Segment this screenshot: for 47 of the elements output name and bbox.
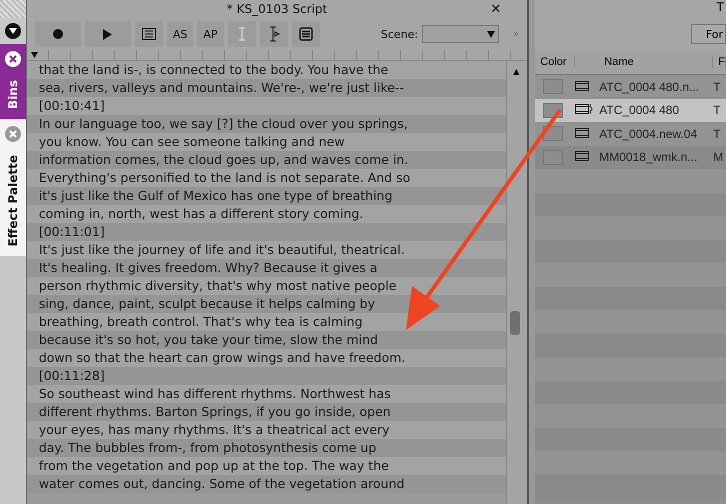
toggle-button[interactable]: AP: [197, 21, 224, 47]
film-icon: [575, 151, 590, 162]
window-title: * KS_0103 Script: [226, 2, 328, 16]
clip-row[interactable]: MM0018_wmk.n... M: [535, 146, 726, 169]
column-header[interactable]: F: [713, 56, 726, 68]
scrollbar[interactable]: ▲: [506, 61, 528, 504]
close-button[interactable]: ✕: [490, 2, 502, 16]
clip-name: MM0018_wmk.n...: [599, 150, 698, 164]
table-cell-text: T: [713, 126, 722, 141]
play-icon: [103, 28, 112, 40]
table-cell-text: T: [713, 80, 722, 94]
record-icon: [52, 29, 63, 39]
lines-button[interactable]: [292, 21, 320, 47]
column-header[interactable]: Name: [599, 56, 714, 68]
clip-row[interactable]: ATC_0004.new.04 T: [535, 122, 726, 146]
toggle-button[interactable]: AS: [166, 21, 194, 47]
close-icon[interactable]: [4, 51, 21, 67]
column-header[interactable]: Color: [535, 56, 576, 68]
scroll-up-arrow[interactable]: ▲: [513, 67, 520, 76]
color-swatch[interactable]: [543, 79, 564, 94]
text-align-icon: [268, 26, 280, 42]
scene-dropdown[interactable]: [422, 25, 500, 43]
text-cursor-icon: [236, 27, 246, 41]
clip-row[interactable]: ATC_0004 480 T: [535, 98, 726, 122]
record-button[interactable]: [34, 21, 81, 47]
clip-row[interactable]: ATC_0004 480.n... T: [535, 75, 726, 98]
clip-name: ATC_0004 480.n...: [599, 80, 700, 94]
scene-label: Scene:: [380, 28, 418, 40]
clip-name: ATC_0004.new.04: [599, 126, 698, 141]
play-button[interactable]: [84, 21, 131, 47]
film-icon: [575, 80, 590, 91]
clip-name: ATC_0004 480: [599, 103, 680, 118]
marker-icon[interactable]: [30, 52, 38, 58]
bin-title: T: [716, 0, 724, 14]
format-button[interactable]: For: [690, 24, 726, 44]
hatched-grip: [0, 0, 26, 18]
scroll-thumb[interactable]: [510, 311, 520, 335]
linked-clip-icon: [575, 104, 594, 114]
film-icon: [575, 128, 590, 138]
caret-icon: [487, 30, 496, 38]
text-align-button[interactable]: [260, 21, 288, 47]
lines-icon: [298, 27, 312, 41]
list-icon: [142, 28, 156, 40]
menu-icon[interactable]: [4, 23, 21, 39]
table-cell-text: T: [713, 103, 722, 118]
script-view-button[interactable]: [134, 21, 163, 47]
table-cell-text: M: [713, 150, 724, 164]
